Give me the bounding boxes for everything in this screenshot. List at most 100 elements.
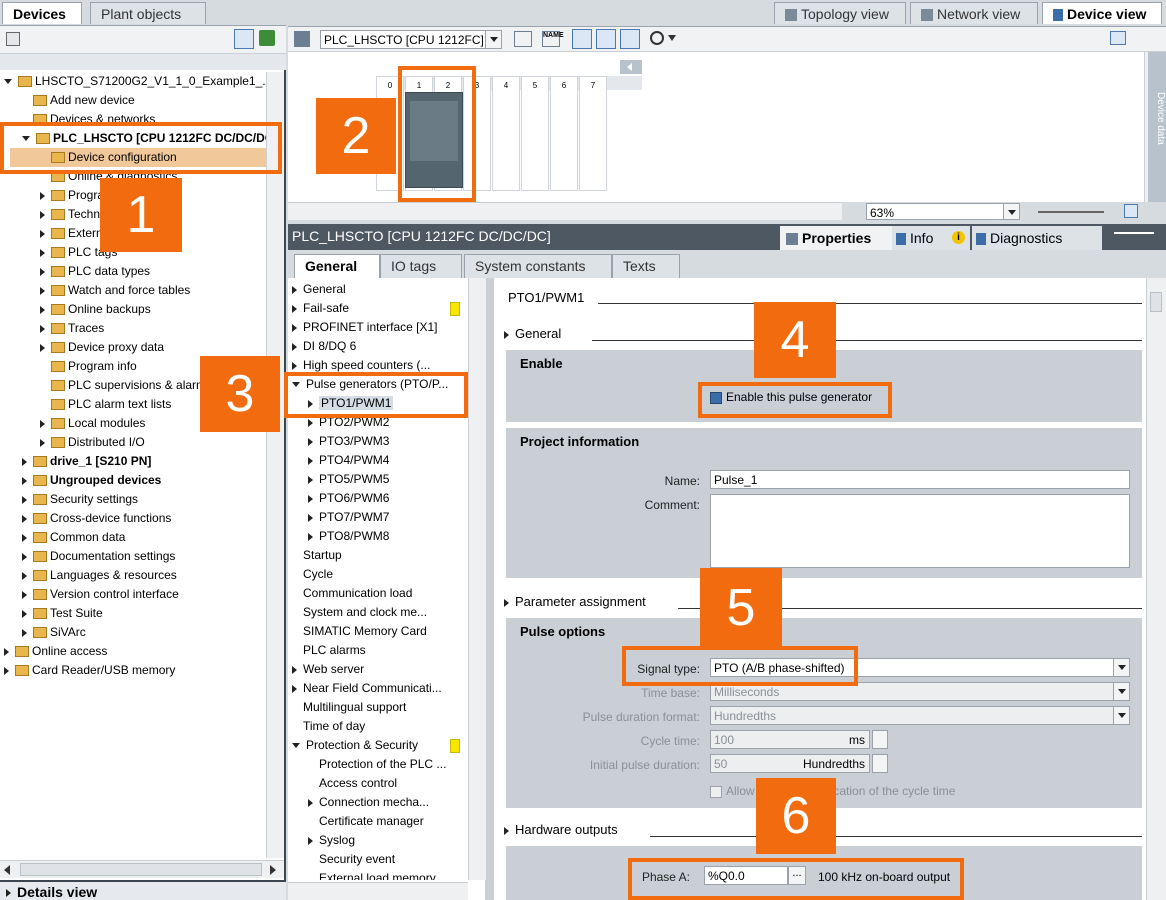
expand-closed-icon[interactable] — [308, 836, 313, 845]
expand-open-icon[interactable] — [292, 743, 300, 749]
zoom-select[interactable]: 63% — [866, 203, 1020, 220]
tree-item[interactable]: Program info — [40, 357, 137, 376]
name-field[interactable]: Pulse_1 — [710, 470, 1130, 489]
nav-item[interactable]: Cycle — [292, 565, 333, 584]
nav-item[interactable]: System and clock me... — [292, 603, 427, 622]
tree-item[interactable]: Distributed I/O — [40, 433, 145, 452]
expand-closed-icon[interactable] — [22, 628, 27, 637]
tree-item[interactable]: SiVArc — [22, 623, 86, 642]
tree-item[interactable]: Watch and force tables — [40, 281, 190, 300]
tree-item[interactable]: Common data — [22, 528, 125, 547]
nav-item[interactable]: Startup — [292, 546, 342, 565]
initial-pulse-field[interactable]: 50 Hundredths — [710, 754, 870, 773]
section-hardware-outputs[interactable]: Hardware outputs — [504, 822, 618, 837]
expand-closed-icon[interactable] — [308, 437, 313, 446]
rack-slot[interactable] — [579, 76, 607, 191]
nav-item[interactable]: External load memory — [308, 869, 436, 880]
tree-hscrollbar[interactable] — [0, 860, 284, 878]
section-parameter-assignment[interactable]: Parameter assignment — [504, 594, 646, 609]
tree-item[interactable]: Ungrouped devices — [22, 471, 161, 490]
nav-item[interactable]: PTO7/PWM7 — [308, 508, 389, 527]
expand-closed-icon[interactable] — [292, 361, 297, 370]
expand-closed-icon[interactable] — [292, 665, 297, 674]
tree-item[interactable]: LHSCTO_S71200G2_V1_1_0_Example1_... — [4, 72, 266, 91]
tree-item[interactable]: Traces — [40, 319, 104, 338]
table-icon[interactable] — [620, 29, 640, 49]
expand-closed-icon[interactable] — [22, 533, 27, 542]
nav-vscrollbar[interactable] — [468, 278, 486, 880]
content-vscrollbar[interactable] — [1146, 278, 1166, 900]
nav-item[interactable]: Protection of the PLC ... — [308, 755, 446, 774]
tree-item[interactable]: Device proxy data — [40, 338, 164, 357]
tree-item[interactable]: Online backups — [40, 300, 151, 319]
expand-closed-icon[interactable] — [4, 666, 9, 675]
tree-item[interactable]: PLC supervisions & alarms — [40, 376, 212, 395]
expand-closed-icon[interactable] — [40, 248, 45, 257]
expand-closed-icon[interactable] — [40, 305, 45, 314]
expand-closed-icon[interactable] — [22, 476, 27, 485]
tree-item[interactable]: Add new device — [22, 91, 135, 110]
expand-closed-icon[interactable] — [22, 552, 27, 561]
expand-closed-icon[interactable] — [308, 798, 313, 807]
tab-network-view[interactable]: Network view — [910, 2, 1038, 24]
fit-icon[interactable] — [1124, 204, 1138, 218]
expand-closed-icon[interactable] — [308, 418, 313, 427]
edit-icon[interactable] — [572, 29, 592, 49]
checkbox-unchecked-icon[interactable] — [710, 785, 722, 798]
expand-closed-icon[interactable] — [292, 285, 297, 294]
nav-item[interactable]: General — [292, 280, 346, 299]
subtab-general[interactable]: General — [294, 254, 380, 278]
tab-properties[interactable]: Properties — [780, 226, 892, 250]
tree-item[interactable]: PLC alarm text lists — [40, 395, 171, 414]
tree-item[interactable]: Documentation settings — [22, 547, 175, 566]
nav-item[interactable]: Near Field Communicati... — [292, 679, 442, 698]
overview-icon[interactable] — [234, 29, 254, 49]
tab-devices[interactable]: Devices — [2, 2, 82, 24]
details-view-bar[interactable]: Details view — [0, 880, 286, 900]
expand-closed-icon[interactable] — [22, 571, 27, 580]
device-toolbar-icon[interactable] — [294, 31, 310, 47]
nav-item[interactable]: Fail-safe — [292, 299, 460, 318]
nav-item[interactable]: Connection mecha... — [308, 793, 429, 812]
collapse-icon[interactable] — [627, 63, 632, 71]
expand-closed-icon[interactable] — [40, 343, 45, 352]
tree-item[interactable]: Version control interface — [22, 585, 179, 604]
expand-closed-icon[interactable] — [292, 684, 297, 693]
name-icon[interactable]: NAME — [542, 31, 564, 47]
cycle-time-field[interactable]: 100 ms — [710, 730, 870, 749]
expand-closed-icon[interactable] — [40, 286, 45, 295]
nav-item[interactable]: PLC alarms — [292, 641, 366, 660]
expand-closed-icon[interactable] — [308, 456, 313, 465]
nav-item[interactable]: Certificate manager — [308, 812, 424, 831]
tree-item[interactable]: Languages & resources — [22, 566, 177, 585]
device-data-sidebar[interactable]: Device data — [1148, 52, 1166, 202]
section-general[interactable]: General — [504, 326, 561, 341]
subtab-texts[interactable]: Texts — [612, 254, 680, 278]
nav-item[interactable]: Communication load — [292, 584, 412, 603]
expand-closed-icon[interactable] — [22, 590, 27, 599]
tree-item[interactable]: Security settings — [22, 490, 138, 509]
tree-item[interactable]: drive_1 [S210 PN] — [22, 452, 151, 471]
nav-item[interactable]: Time of day — [292, 717, 365, 736]
layout-icon[interactable] — [596, 29, 616, 49]
nav-item[interactable]: SIMATIC Memory Card — [292, 622, 427, 641]
tree-item[interactable]: Local modules — [40, 414, 145, 433]
scroll-left-icon[interactable] — [4, 865, 10, 875]
expand-closed-icon[interactable] — [22, 495, 27, 504]
splitter[interactable] — [486, 278, 494, 900]
expand-closed-icon[interactable] — [40, 438, 45, 447]
expand-closed-icon[interactable] — [308, 513, 313, 522]
nav-item[interactable]: PTO4/PWM4 — [308, 451, 389, 470]
expand-closed-icon[interactable] — [22, 457, 27, 466]
grid-icon[interactable] — [6, 32, 20, 46]
zoom-icon[interactable] — [650, 31, 664, 45]
expand-open-icon[interactable] — [4, 79, 12, 85]
nav-item[interactable]: Multilingual support — [292, 698, 406, 717]
expand-closed-icon[interactable] — [40, 191, 45, 200]
tab-info[interactable]: Info i — [892, 226, 970, 250]
nav-item[interactable]: Syslog — [308, 831, 355, 850]
nav-item[interactable]: PTO6/PWM6 — [308, 489, 389, 508]
expand-closed-icon[interactable] — [40, 324, 45, 333]
expand-closed-icon[interactable] — [292, 304, 297, 313]
tree-item[interactable]: Test Suite — [22, 604, 103, 623]
